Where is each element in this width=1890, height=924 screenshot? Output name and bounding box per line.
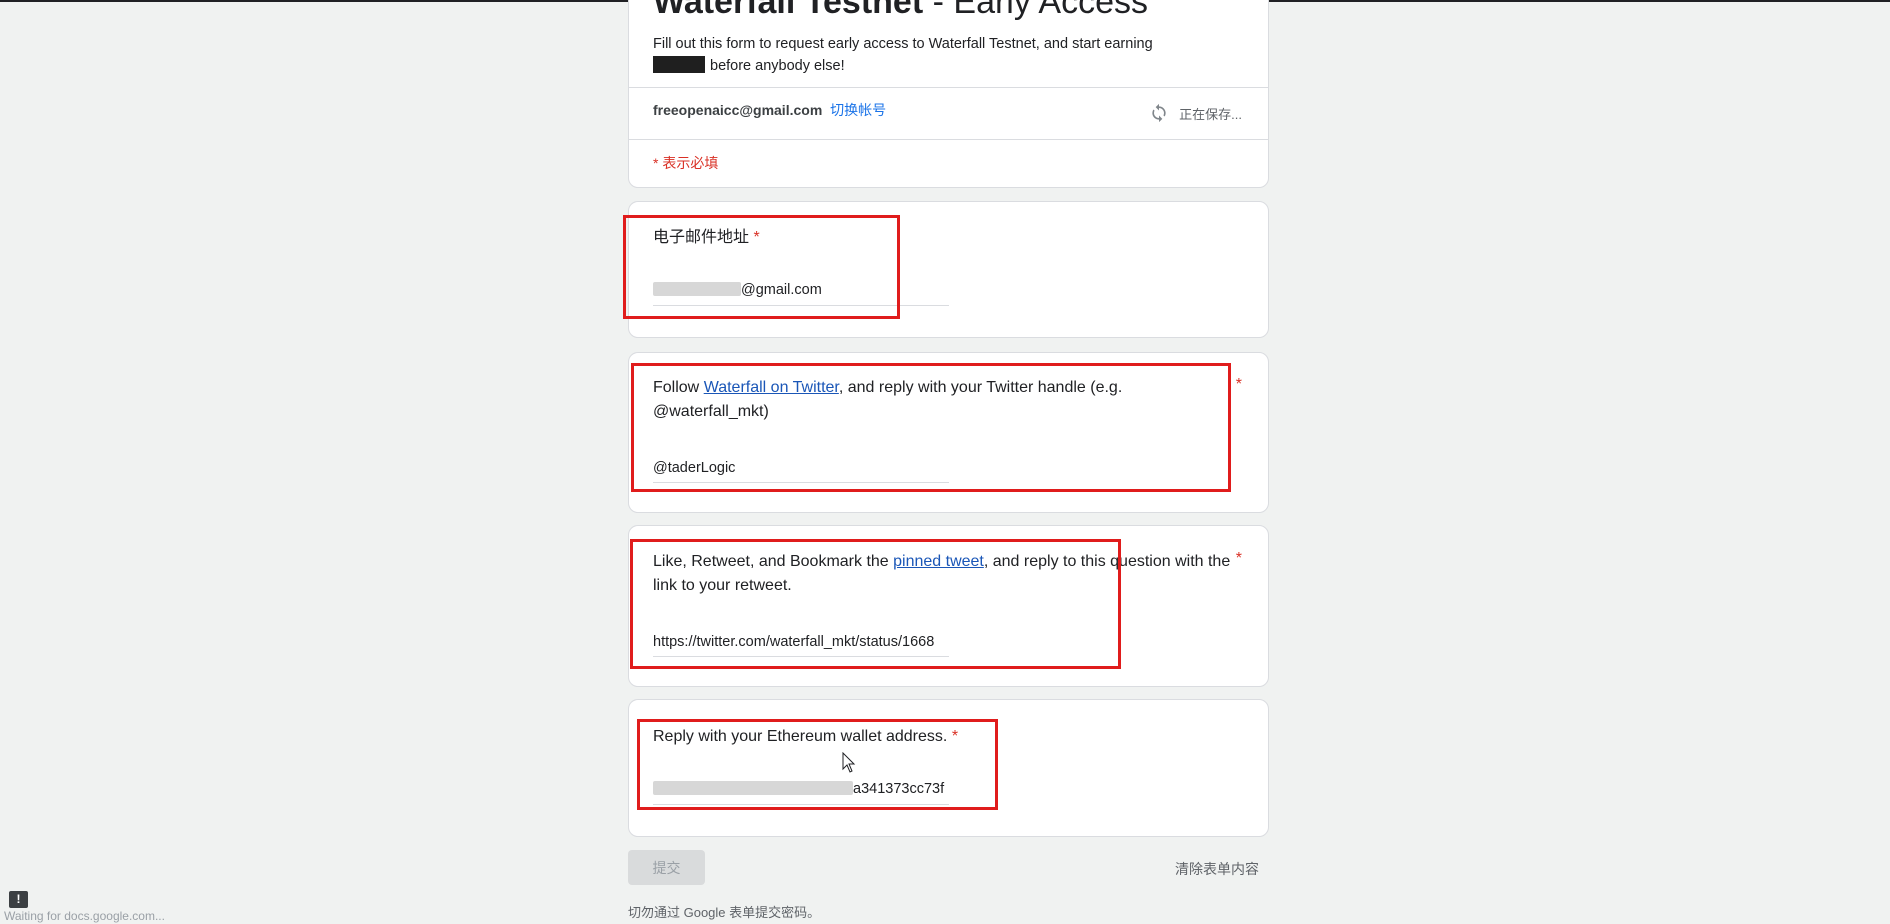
sync-icon	[1152, 103, 1166, 123]
switch-account-link[interactable]: 切换帐号	[830, 102, 886, 118]
form-title: Waterfall Testnet - Early Access	[653, 0, 1149, 21]
form-description: Fill out this form to request early acce…	[653, 36, 1153, 74]
password-warning: 切勿通过 Google 表单提交密码。	[628, 905, 821, 920]
wallet-address-input[interactable]: a341373cc73f	[653, 781, 949, 805]
divider	[629, 87, 1268, 88]
question-card-twitter-handle: Follow Waterfall on Twitter, and reply w…	[628, 352, 1269, 513]
account-info: freeopenaicc@gmail.com 切换帐号	[653, 100, 886, 120]
question-card-wallet-address: Reply with your Ethereum wallet address.…	[628, 699, 1269, 837]
question-card-retweet-link: Like, Retweet, and Bookmark the pinned t…	[628, 525, 1269, 687]
status-bar: Waiting for docs.google.com...	[0, 908, 169, 924]
email-field[interactable]: @gmail.com	[653, 282, 949, 306]
required-asterisk: *	[1235, 376, 1242, 393]
required-asterisk: *	[1235, 550, 1242, 567]
question-label: Reply with your Ethereum wallet address.…	[653, 728, 959, 745]
clear-form-button[interactable]: 清除表单内容	[1175, 859, 1259, 879]
submit-button[interactable]: 提交	[628, 850, 705, 885]
question-label: Like, Retweet, and Bookmark the pinned t…	[653, 553, 1231, 594]
retweet-link-input[interactable]	[653, 631, 949, 657]
waterfall-twitter-link[interactable]: Waterfall on Twitter	[704, 379, 839, 396]
saving-status: 正在保存...	[1149, 103, 1242, 123]
question-label: Follow Waterfall on Twitter, and reply w…	[653, 379, 1123, 420]
required-asterisk: *	[951, 728, 959, 745]
feedback-icon[interactable]: !	[9, 891, 28, 908]
redacted-text	[653, 56, 705, 73]
mouse-cursor-icon	[842, 752, 856, 773]
redacted-text	[653, 282, 741, 296]
account-email: freeopenaicc@gmail.com	[653, 102, 823, 118]
twitter-handle-input[interactable]	[653, 457, 949, 483]
question-card-email: 电子邮件地址 * @gmail.com	[628, 201, 1269, 338]
saving-text: 正在保存...	[1179, 106, 1242, 122]
question-label: 电子邮件地址 *	[653, 229, 760, 246]
redacted-text	[653, 781, 853, 795]
pinned-tweet-link[interactable]: pinned tweet	[893, 553, 984, 570]
required-note: * 表示必填	[653, 155, 719, 171]
divider	[629, 139, 1268, 140]
form-header-card: Waterfall Testnet - Early Access Fill ou…	[628, 0, 1269, 188]
required-asterisk: *	[753, 229, 760, 246]
